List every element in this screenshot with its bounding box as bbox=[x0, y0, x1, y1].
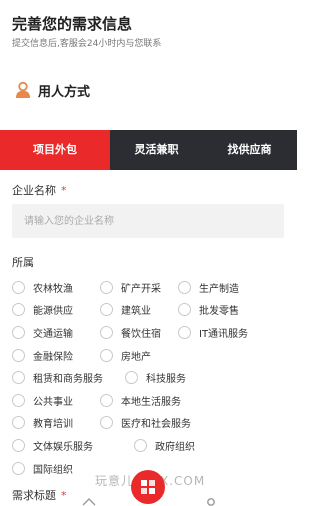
radio-circle-icon[interactable] bbox=[100, 393, 113, 407]
industry-row: 文体娱乐服务 政府组织 bbox=[12, 434, 292, 457]
employment-mode-tabs: 项目外包 灵活兼职 找供应商 bbox=[0, 130, 297, 170]
industry-option-label: 科技服务 bbox=[146, 374, 186, 386]
radio-circle-icon[interactable] bbox=[100, 416, 113, 430]
industry-option[interactable]: 医疗和社会服务 bbox=[100, 415, 191, 430]
grid-icon bbox=[141, 480, 155, 494]
radio-circle-icon[interactable] bbox=[125, 371, 138, 385]
industry-row: 公共事业 本地生活服务 bbox=[12, 389, 292, 412]
tab-flexible-part-time[interactable]: 灵活兼职 bbox=[110, 130, 203, 170]
radio-circle-icon[interactable] bbox=[100, 303, 113, 317]
page-subtitle: 提交信息后,客服会24小时内与您联系 bbox=[12, 39, 162, 49]
industry-row: 教育培训 医疗和社会服务 bbox=[12, 412, 292, 435]
industry-row: 交通运输 餐饮住宿 IT通讯服务 bbox=[12, 321, 292, 344]
radio-circle-icon[interactable] bbox=[134, 438, 147, 452]
company-name-label-text: 企业名称 bbox=[12, 184, 56, 197]
industry-label: 所属 bbox=[12, 256, 34, 269]
industry-option[interactable]: 政府组织 bbox=[134, 438, 195, 453]
company-name-field bbox=[12, 204, 284, 238]
industry-option-label: 公共事业 bbox=[33, 396, 73, 408]
industry-row: 金融保险 房地产 bbox=[12, 344, 292, 367]
company-name-label: 企业名称 * bbox=[12, 182, 67, 198]
radio-circle-icon[interactable] bbox=[12, 461, 25, 475]
radio-circle-icon[interactable] bbox=[178, 280, 191, 294]
industry-option-label: 教育培训 bbox=[33, 419, 73, 431]
industry-option-label: 金融保险 bbox=[33, 351, 73, 363]
radio-circle-icon[interactable] bbox=[100, 280, 113, 294]
demand-title-label-text: 需求标题 bbox=[12, 489, 56, 502]
required-mark: * bbox=[61, 184, 67, 197]
radio-circle-icon[interactable] bbox=[12, 348, 25, 362]
required-mark: * bbox=[61, 489, 67, 502]
section-header: 用人方式 bbox=[0, 76, 297, 104]
industry-option[interactable]: 教育培训 bbox=[12, 415, 73, 430]
section-title: 用人方式 bbox=[38, 84, 91, 100]
industry-option[interactable]: 矿产开采 bbox=[100, 280, 161, 295]
radio-circle-icon[interactable] bbox=[12, 325, 25, 339]
industry-row: 租赁和商务服务 科技服务 bbox=[12, 366, 292, 389]
industry-radio-group: 农林牧渔 矿产开采 生产制造能源供应 建筑业 批发零售交通运输 餐饮住宿 IT通讯服务金融保… bbox=[12, 276, 292, 479]
industry-option[interactable]: 公共事业 bbox=[12, 393, 73, 408]
industry-option-label: IT通讯服务 bbox=[199, 328, 249, 340]
industry-option[interactable]: 农林牧渔 bbox=[12, 280, 73, 295]
industry-option[interactable]: 租赁和商务服务 bbox=[12, 370, 103, 385]
industry-option-label: 医疗和社会服务 bbox=[121, 419, 191, 431]
industry-option-label: 国际组织 bbox=[33, 464, 73, 476]
industry-option-label: 生产制造 bbox=[199, 283, 239, 295]
radio-circle-icon[interactable] bbox=[100, 348, 113, 362]
industry-option-label: 批发零售 bbox=[199, 306, 239, 318]
industry-option[interactable]: 生产制造 bbox=[178, 280, 239, 295]
radio-circle-icon[interactable] bbox=[12, 280, 25, 294]
industry-option-label: 租赁和商务服务 bbox=[33, 374, 103, 386]
industry-option[interactable]: 交通运输 bbox=[12, 325, 73, 340]
demand-title-label: 需求标题 * bbox=[12, 487, 67, 503]
industry-option[interactable]: 批发零售 bbox=[178, 302, 239, 317]
industry-option[interactable]: 建筑业 bbox=[100, 302, 151, 317]
home-icon[interactable] bbox=[82, 497, 96, 506]
industry-option[interactable]: 能源供应 bbox=[12, 302, 73, 317]
industry-option-label: 本地生活服务 bbox=[121, 396, 181, 408]
industry-option[interactable]: 文体娱乐服务 bbox=[12, 438, 93, 453]
radio-circle-icon[interactable] bbox=[12, 438, 25, 452]
industry-option-label: 农林牧渔 bbox=[33, 283, 73, 295]
industry-option[interactable]: 本地生活服务 bbox=[100, 393, 181, 408]
industry-option-label: 餐饮住宿 bbox=[121, 328, 161, 340]
industry-option-label: 建筑业 bbox=[121, 306, 151, 318]
page-header: 完善您的需求信息 提交信息后,客服会24小时内与您联系 bbox=[0, 0, 297, 50]
industry-option-label: 能源供应 bbox=[33, 306, 73, 318]
industry-option[interactable]: 金融保险 bbox=[12, 348, 73, 363]
industry-option-label: 文体娱乐服务 bbox=[33, 441, 93, 453]
industry-option[interactable]: 科技服务 bbox=[125, 370, 186, 385]
radio-circle-icon[interactable] bbox=[12, 416, 25, 430]
industry-row: 农林牧渔 矿产开采 生产制造 bbox=[12, 276, 292, 299]
radio-circle-icon[interactable] bbox=[12, 371, 25, 385]
industry-option[interactable]: 国际组织 bbox=[12, 461, 73, 476]
tab-project-outsourcing[interactable]: 项目外包 bbox=[0, 130, 110, 170]
industry-option-label: 房地产 bbox=[121, 351, 151, 363]
industry-option[interactable]: 餐饮住宿 bbox=[100, 325, 161, 340]
page-title: 完善您的需求信息 bbox=[12, 15, 133, 33]
company-name-input[interactable] bbox=[12, 204, 284, 238]
user-icon[interactable] bbox=[204, 497, 218, 506]
radio-circle-icon[interactable] bbox=[12, 393, 25, 407]
industry-option[interactable]: IT通讯服务 bbox=[178, 325, 248, 340]
radio-circle-icon[interactable] bbox=[100, 325, 113, 339]
tab-find-supplier[interactable]: 找供应商 bbox=[203, 130, 296, 170]
radio-circle-icon[interactable] bbox=[12, 303, 25, 317]
industry-option[interactable]: 房地产 bbox=[100, 348, 151, 363]
industry-option-label: 交通运输 bbox=[33, 328, 73, 340]
person-icon bbox=[16, 81, 30, 98]
radio-circle-icon[interactable] bbox=[178, 303, 191, 317]
radio-circle-icon[interactable] bbox=[178, 325, 191, 339]
industry-row: 能源供应 建筑业 批发零售 bbox=[12, 299, 292, 322]
industry-option-label: 矿产开采 bbox=[121, 283, 161, 295]
floating-action-button[interactable] bbox=[131, 470, 165, 504]
industry-option-label: 政府组织 bbox=[155, 441, 195, 453]
